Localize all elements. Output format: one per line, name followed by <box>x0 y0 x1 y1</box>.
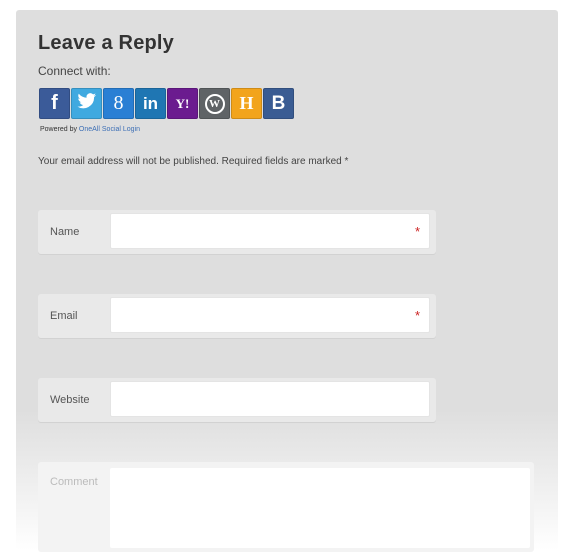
powered-by-prefix: Powered by <box>40 126 79 133</box>
yahoo-login-button[interactable]: Y! <box>167 88 198 119</box>
hyves-login-button[interactable]: H <box>231 88 262 119</box>
wordpress-login-button[interactable]: W <box>199 88 230 119</box>
name-required-mark: * <box>414 224 420 239</box>
website-label: Website <box>50 394 90 406</box>
email-input[interactable] <box>110 297 430 333</box>
connect-label: Connect with: <box>38 64 111 78</box>
google-icon: 8 <box>113 92 124 114</box>
reply-title: Leave a Reply <box>38 32 175 54</box>
twitter-icon <box>77 93 97 114</box>
blogger-login-button[interactable]: B <box>263 88 294 119</box>
linkedin-icon: in <box>142 93 159 113</box>
email-field-group: Email * <box>38 294 436 338</box>
name-input[interactable] <box>110 213 430 249</box>
powered-by: Powered by OneAll Social Login <box>40 126 140 133</box>
facebook-login-button[interactable]: f <box>39 88 70 119</box>
facebook-icon: f <box>51 92 58 114</box>
social-login-row: f 8 in Y! W H B <box>39 88 294 119</box>
google-login-button[interactable]: 8 <box>103 88 134 119</box>
wordpress-icon: W <box>204 93 225 114</box>
oneall-link[interactable]: OneAll Social Login <box>79 126 140 133</box>
blogger-icon: B <box>271 92 286 114</box>
hyves-icon: H <box>239 93 254 113</box>
comment-field-group: Comment <box>38 462 534 552</box>
name-field-group: Name * <box>38 210 436 254</box>
linkedin-login-button[interactable]: in <box>135 88 166 119</box>
yahoo-icon: Y! <box>175 95 190 111</box>
comment-notes: Your email address will not be published… <box>38 156 349 167</box>
email-required-mark: * <box>414 308 420 323</box>
email-label: Email <box>50 310 78 322</box>
comment-label: Comment <box>50 476 98 488</box>
twitter-login-button[interactable] <box>71 88 102 119</box>
comment-textarea[interactable] <box>110 468 530 548</box>
website-input[interactable] <box>110 381 430 417</box>
name-label: Name <box>50 226 80 238</box>
website-field-group: Website <box>38 378 436 422</box>
